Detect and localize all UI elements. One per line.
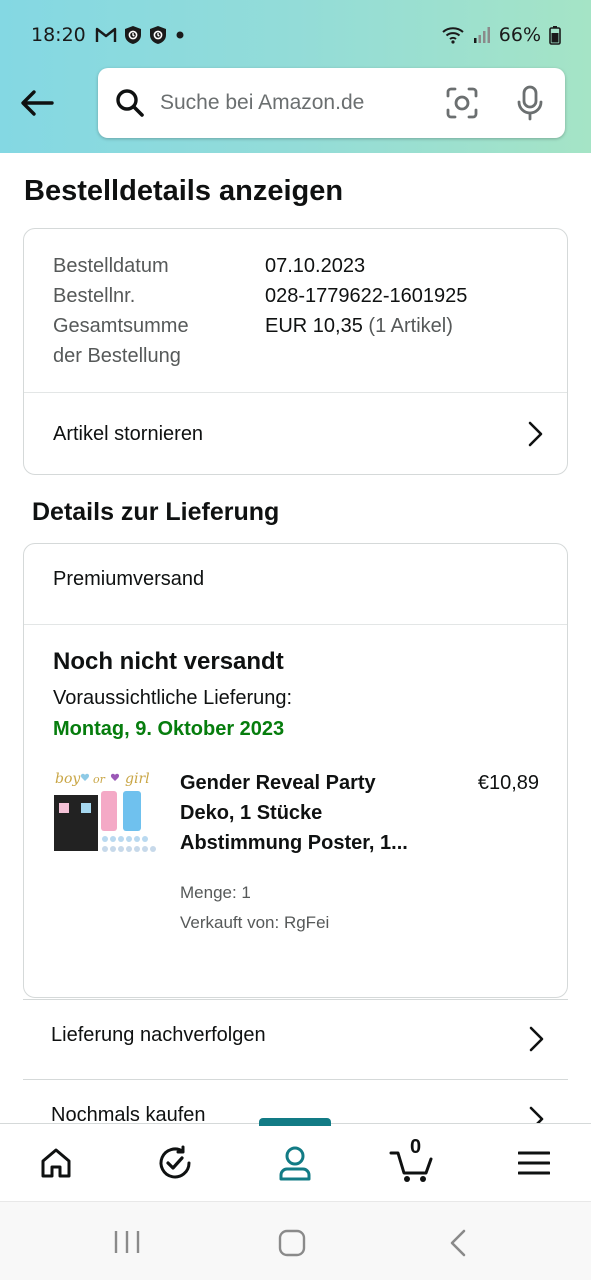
- back-system-icon[interactable]: [449, 1229, 467, 1257]
- search-bar[interactable]: Suche bei Amazon.de: [98, 68, 565, 138]
- buy-again-label: Nochmals kaufen: [51, 1104, 206, 1123]
- chevron-right-icon: [529, 1026, 544, 1052]
- eta-date: Montag, 9. Oktober 2023: [53, 718, 285, 740]
- order-details-content: Bestelldetails anzeigen Bestelldatum 07.…: [0, 153, 591, 1123]
- chevron-right-icon: [528, 421, 543, 447]
- refresh-check-icon: [159, 1145, 191, 1179]
- order-total-amount: EUR 10,35: [265, 315, 363, 337]
- recent-apps-icon[interactable]: [113, 1230, 141, 1254]
- shield-app-icon: [124, 26, 141, 44]
- order-total-value: EUR 10,35 (1 Artikel): [265, 311, 453, 341]
- product-thumbnail[interactable]: boy or girl: [53, 769, 157, 869]
- status-time: 18:20: [31, 24, 86, 46]
- product-price: €10,89: [477, 772, 539, 794]
- track-delivery-label: Lieferung nachverfolgen: [51, 1024, 266, 1046]
- home-icon: [41, 1148, 71, 1178]
- camera-scan-icon[interactable]: [445, 86, 479, 120]
- thumb-text-or: or: [93, 773, 106, 786]
- hamburger-menu-icon: [518, 1151, 550, 1175]
- status-bar: 18:20 66%: [31, 20, 561, 50]
- cart-count: 0: [410, 1136, 422, 1158]
- order-total-label: Gesamtsumme der Bestellung: [53, 311, 189, 371]
- bottom-navigation: 0: [0, 1118, 591, 1201]
- system-navigation-bar: [0, 1201, 591, 1280]
- divider: [24, 624, 567, 625]
- search-icon: [116, 89, 144, 117]
- order-summary-card: Bestelldatum 07.10.2023 Bestellnr. 028-1…: [23, 228, 568, 475]
- cancel-items-label: Artikel stornieren: [53, 422, 204, 445]
- shield-app-icon: [149, 26, 166, 44]
- user-icon: [279, 1146, 311, 1181]
- thumb-text-girl: girl: [125, 771, 150, 787]
- gmail-icon: [95, 27, 116, 42]
- nav-updates[interactable]: [145, 1138, 205, 1188]
- wifi-icon: [442, 27, 464, 44]
- order-total-label-line1: Gesamtsumme: [53, 315, 189, 337]
- battery-percent: 66%: [498, 24, 541, 46]
- chevron-right-icon: [529, 1106, 544, 1123]
- page-title: Bestelldetails anzeigen: [24, 175, 344, 207]
- thumb-text-boy: boy: [55, 771, 81, 787]
- order-date-value: 07.10.2023: [265, 255, 366, 277]
- nav-home[interactable]: [26, 1138, 86, 1188]
- product-title[interactable]: Gender Reveal Party Deko, 1 Stücke Absti…: [180, 768, 420, 858]
- back-button[interactable]: [18, 86, 56, 120]
- dot-icon: [176, 31, 184, 39]
- delivery-card: Premiumversand Noch nicht versandt Vorau…: [23, 543, 568, 998]
- shipping-type: Premiumversand: [53, 568, 205, 590]
- product-seller: Verkauft von: RgFei: [180, 913, 330, 932]
- delivery-section-title: Details zur Lieferung: [32, 498, 280, 526]
- home-system-icon[interactable]: [278, 1229, 306, 1257]
- eta-label: Voraussichtliche Lieferung:: [53, 687, 293, 709]
- order-date-label: Bestelldatum: [53, 255, 169, 277]
- signal-icon: [473, 27, 490, 43]
- battery-icon: [549, 26, 561, 45]
- search-input[interactable]: Suche bei Amazon.de: [160, 91, 445, 115]
- notification-icons: [95, 25, 186, 45]
- order-number-label: Bestellnr.: [53, 285, 136, 307]
- app-header: 18:20 66% Suche bei Amazon.de: [0, 0, 591, 153]
- shipment-status: Noch nicht versandt: [53, 648, 284, 675]
- cancel-items-row[interactable]: Artikel stornieren: [24, 393, 567, 475]
- status-right: 66%: [441, 24, 561, 46]
- active-tab-indicator: [259, 1118, 331, 1126]
- buy-again-row[interactable]: Nochmals kaufen: [23, 1079, 568, 1123]
- order-total-items: (1 Artikel): [368, 315, 453, 337]
- arrow-left-icon: [21, 90, 54, 116]
- order-total-label-line2: der Bestellung: [53, 345, 181, 367]
- microphone-icon[interactable]: [515, 85, 545, 121]
- nav-account[interactable]: [265, 1138, 325, 1188]
- product-quantity: Menge: 1: [180, 883, 251, 902]
- track-delivery-row[interactable]: Lieferung nachverfolgen: [23, 999, 568, 1079]
- order-number-value: 028-1779622-1601925: [265, 285, 468, 307]
- nav-menu[interactable]: [504, 1138, 564, 1188]
